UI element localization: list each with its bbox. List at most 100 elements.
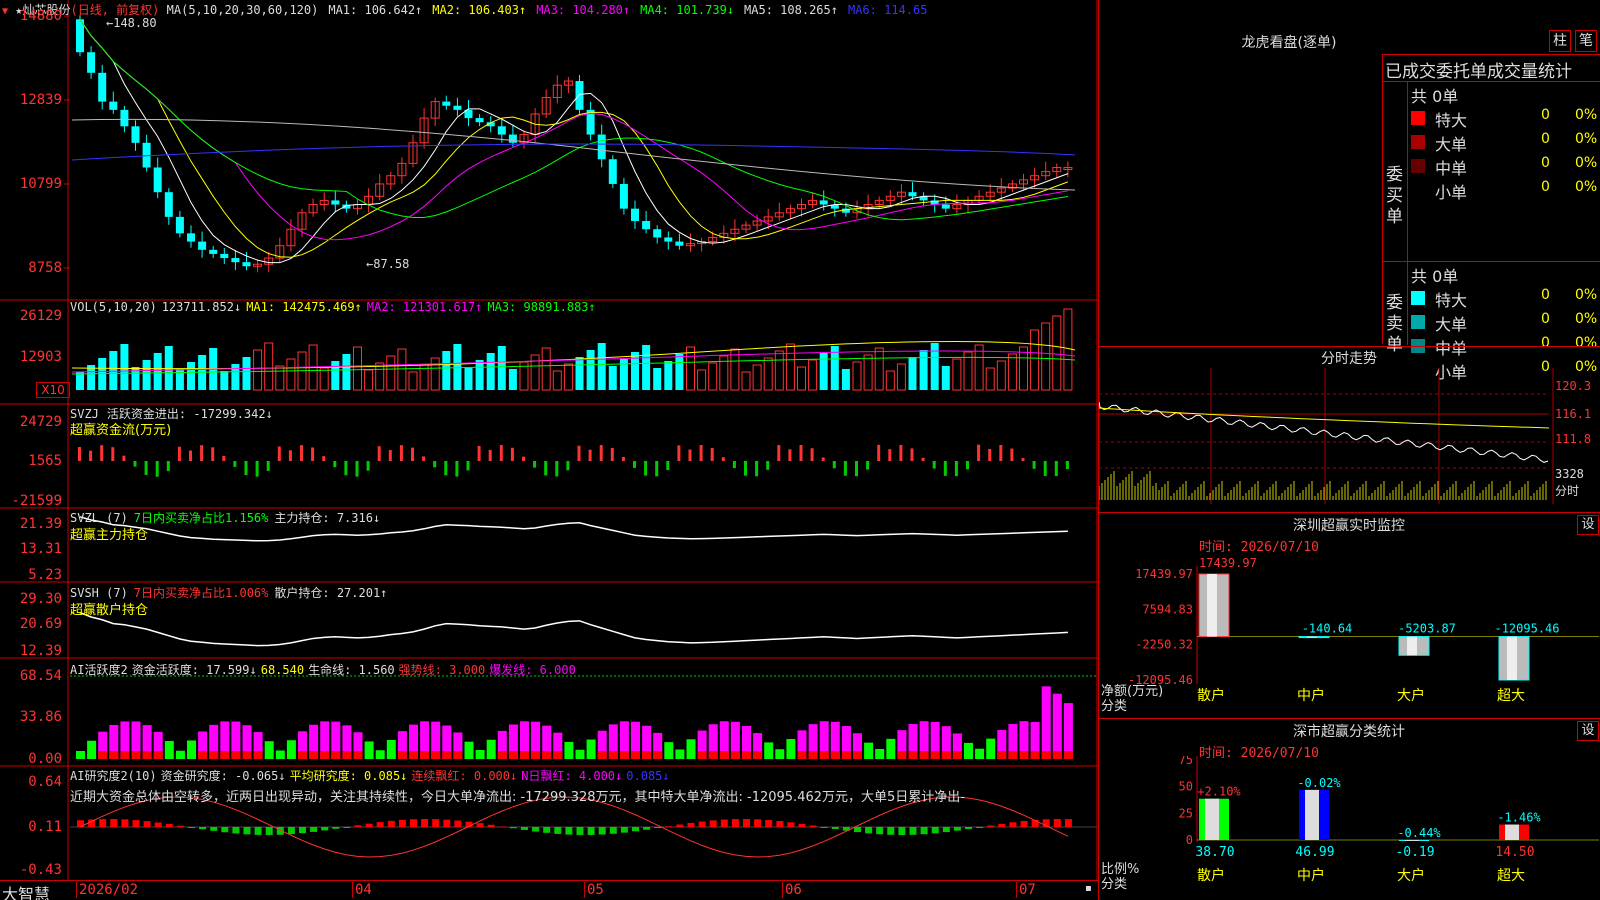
fund-flow-bar: [155, 461, 159, 477]
activity-base: [919, 751, 929, 759]
fund-flow-bar: [943, 461, 947, 476]
volume-bar: [342, 354, 351, 390]
volume-bar: [142, 360, 151, 390]
buy-total: 共 0单: [1411, 87, 1459, 106]
sell-total: 共 0单: [1411, 267, 1459, 286]
activity-base: [808, 751, 818, 759]
axis-tick-label: 26129: [19, 308, 62, 324]
candle-body: [187, 233, 195, 242]
fund-flow-bar: [522, 456, 525, 461]
volume-bar: [486, 353, 495, 390]
research-bar: [1053, 819, 1061, 827]
activity-base: [553, 751, 563, 759]
monitor-time: 时间: 2026/07/10: [1199, 540, 1319, 555]
legend-item: MA2: 121301.617↑: [366, 300, 483, 314]
research-bar: [421, 819, 429, 827]
fund-flow-bar: [1054, 461, 1058, 477]
monitor-category-label: 散户: [1197, 687, 1225, 704]
volume-bar: [653, 368, 662, 390]
candle-body: [98, 72, 107, 102]
classify-change-label: +2.10%: [1197, 785, 1241, 799]
research-bar: [554, 827, 562, 834]
activity-base: [497, 751, 507, 759]
fund-flow-bar: [921, 457, 925, 461]
classify-change-label: -1.46%: [1497, 811, 1541, 825]
axis-tick-label: 24729: [19, 414, 62, 430]
fund-flow-bar: [477, 445, 481, 461]
candle-body: [664, 237, 673, 242]
fund-flow-bar: [211, 447, 215, 461]
order-type-label: 大单: [1435, 315, 1468, 334]
activity-bar: [964, 742, 973, 759]
research-bar: [754, 819, 762, 827]
order-count: 0: [1541, 287, 1550, 303]
order-count: 0: [1541, 155, 1550, 171]
activity-bar: [586, 739, 596, 759]
ma-line: [79, 19, 1069, 258]
fund-flow-bar: [599, 445, 603, 461]
classify-settings-button[interactable]: 设: [1577, 721, 1599, 741]
research-bar: [1009, 822, 1017, 827]
fund-flow-bar: [832, 461, 836, 469]
candle-body: [109, 101, 118, 110]
volume-bar: [675, 354, 684, 390]
fund-flow-bar: [466, 461, 470, 471]
axis-tick-label: 29.30: [19, 591, 62, 607]
fund-flow-bar: [555, 461, 559, 477]
candle-body: [442, 101, 451, 106]
color-swatch: [1411, 315, 1425, 329]
axis-tick-label: -21599: [11, 493, 62, 509]
legend-item: 爆发线: 6.000: [489, 663, 576, 677]
activity-bar: [187, 740, 196, 759]
fund-flow-bar: [988, 448, 992, 461]
research-bar: [998, 823, 1006, 827]
main-chart-area[interactable]: ←148.80 ←87.58: [0, 0, 1100, 900]
fund-flow-bar: [144, 461, 148, 475]
intraday-chart[interactable]: 120.3 116.1 111.8 3328 分时: [1099, 368, 1600, 508]
volume-bar: [563, 363, 573, 391]
candle-body: [153, 167, 162, 193]
legend-item: MA2: 106.403↑: [432, 3, 527, 17]
activity-base: [697, 751, 707, 759]
research-bar: [654, 827, 662, 829]
volume-bar: [76, 372, 84, 390]
activity-base: [1041, 751, 1051, 759]
monitor-settings-button[interactable]: 设: [1577, 515, 1599, 535]
classify-bar-highlight: [1305, 789, 1319, 840]
monitor-category-label: 大户: [1397, 687, 1425, 704]
order-row: 大单 0 0%: [1411, 311, 1600, 334]
classify-bar-highlight: [1405, 840, 1419, 841]
fund-flow-bar: [100, 445, 104, 461]
activity-base: [231, 751, 241, 759]
bar-view-button[interactable]: 柱: [1549, 30, 1571, 52]
pen-view-button[interactable]: 笔: [1575, 30, 1597, 52]
lhb-table: 已成交委托单成交量统计 委买单 委卖单 共 0单 共 0单 特大 0 0% 大单 0 0%…: [1382, 54, 1600, 382]
research-bar: [976, 827, 984, 828]
volume-bar: [497, 346, 506, 390]
monitor-title: 深圳超赢实时监控: [1293, 518, 1405, 534]
order-count: 0: [1541, 131, 1550, 147]
activity-base: [1008, 751, 1018, 759]
activity-bar: [264, 741, 274, 759]
axis-tick-label: 5.23: [28, 567, 62, 583]
research-bar: [310, 827, 318, 832]
lhb-title: 龙虎看盘(逐单): [1241, 35, 1337, 51]
fund-flow-bar: [799, 445, 803, 461]
volume-bar: [819, 353, 828, 390]
volume-bar: [1019, 346, 1028, 391]
volume-bar: [608, 366, 617, 390]
activity-base: [730, 751, 740, 759]
volume-bar: [264, 342, 274, 391]
fund-flow-bar: [89, 450, 93, 461]
legend-item: MA3: 98891.883↑: [487, 300, 596, 314]
volume-bar: [1041, 322, 1051, 391]
activity-bar: [475, 749, 485, 759]
period-note: (日线, 前复权): [70, 3, 160, 17]
fund-flow-bar: [1010, 448, 1014, 461]
activity-base: [98, 751, 108, 759]
volume-bar: [774, 350, 784, 391]
legend-item: 平均研究度: 0.085↓: [289, 769, 408, 783]
volume-bar: [1007, 353, 1017, 391]
lock-icon[interactable]: ▪: [1085, 883, 1092, 894]
research-bar: [831, 827, 839, 829]
